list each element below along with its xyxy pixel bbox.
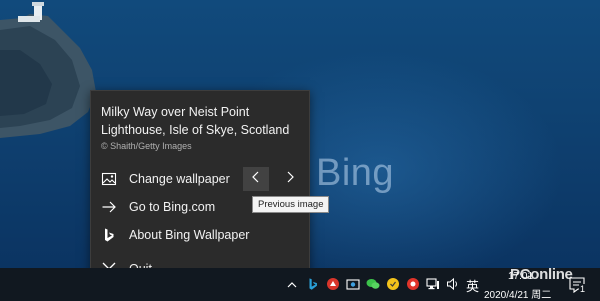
yellow-app-icon[interactable] <box>386 277 400 291</box>
go-to-bing-label: Go to Bing.com <box>129 200 216 214</box>
network-icon[interactable] <box>426 277 440 291</box>
wechat-icon[interactable] <box>366 277 380 291</box>
chevron-up-icon[interactable] <box>286 278 300 292</box>
bing-wallpaper-flyout: Milky Way over Neist Point Lighthouse, I… <box>90 90 310 286</box>
image-credit: © Shaith/Getty Images <box>101 141 192 151</box>
previous-image-button[interactable] <box>243 167 269 191</box>
previous-image-tooltip: Previous image <box>252 196 330 213</box>
bing-logo-icon <box>101 227 117 243</box>
red-app-icon[interactable] <box>406 277 420 291</box>
about-bing-wallpaper-label: About Bing Wallpaper <box>129 228 250 242</box>
change-wallpaper-item: Change wallpaper <box>91 165 309 193</box>
image-caption[interactable]: Milky Way over Neist Point Lighthouse, I… <box>101 103 301 139</box>
arrow-right-icon <box>101 199 117 215</box>
about-bing-wallpaper-item[interactable]: About Bing Wallpaper <box>91 221 309 249</box>
next-image-button[interactable] <box>277 167 303 191</box>
clock-date[interactable]: 2020/4/21 周二 <box>484 286 551 301</box>
ime-language-indicator[interactable]: 英 <box>466 276 479 295</box>
chevron-right-icon <box>285 170 295 188</box>
bing-wallpaper-watermark: Bing <box>316 152 395 194</box>
image-icon <box>101 171 117 187</box>
bing-tray-icon[interactable] <box>306 277 320 291</box>
change-wallpaper-label: Change wallpaper <box>129 172 230 186</box>
volume-icon[interactable] <box>446 277 460 291</box>
chevron-left-icon <box>251 170 261 188</box>
app-tray-icon[interactable] <box>326 277 340 291</box>
screenshot-tray-icon[interactable] <box>346 277 360 291</box>
notification-count-badge: 1 <box>579 284 587 294</box>
pconline-watermark: PConline <box>510 266 573 283</box>
